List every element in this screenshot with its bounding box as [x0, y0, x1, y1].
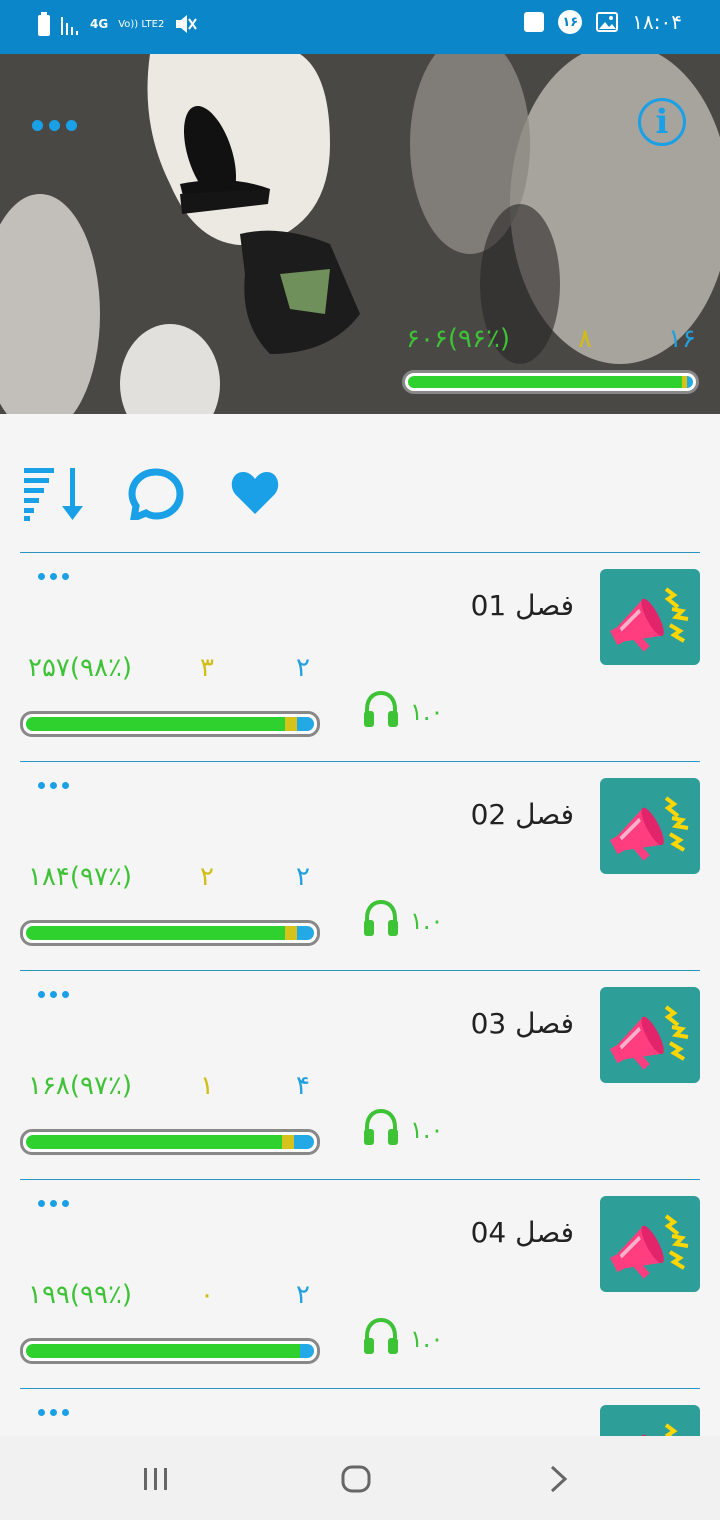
playback-speed[interactable]: ۱.۰	[360, 689, 443, 735]
chapter-more-button[interactable]	[38, 991, 69, 998]
chapter-stat-left: ۱۶۸(۹۷٪)	[28, 1071, 133, 1101]
chapter-thumbnail	[600, 1405, 700, 1436]
status-right: ۱۶ ۱۸:۰۴	[524, 10, 682, 34]
chapter-stat-right: ۴	[296, 1071, 310, 1101]
chapter-stat-mid: ۰	[200, 1280, 214, 1310]
chapter-stat-right: ۲	[296, 862, 310, 892]
progress-yellow	[285, 926, 297, 940]
info-icon[interactable]: i	[638, 98, 686, 146]
chapter-more-button[interactable]	[38, 1409, 69, 1416]
chapter-stat-right: ۲	[296, 1280, 310, 1310]
chapter-stat-right: ۲	[296, 653, 310, 683]
chapter-progress-bar	[20, 1338, 320, 1364]
progress-blue	[299, 1344, 314, 1358]
chapter-item[interactable]: فصل 01 ۲۵۷(۹۸٪) ۳ ۲ ۱.۰	[0, 553, 720, 762]
chapter-thumbnail	[600, 778, 700, 874]
speed-label: ۱.۰	[410, 1325, 444, 1353]
playback-speed[interactable]: ۱.۰	[360, 898, 443, 944]
progress-green	[408, 376, 682, 388]
checkbox-notification-icon	[524, 12, 545, 32]
chapter-progress-bar	[20, 920, 320, 946]
progress-blue	[293, 1135, 314, 1149]
back-icon[interactable]	[548, 1464, 570, 1494]
progress-blue	[296, 717, 314, 731]
headphones-icon	[360, 898, 402, 944]
progress-blue	[296, 926, 314, 940]
speed-label: ۱.۰	[410, 698, 444, 726]
chapter-stat-mid: ۳	[200, 653, 214, 683]
chapter-stat-left: ۱۸۴(۹۷٪)	[28, 862, 133, 892]
signal-icon	[61, 17, 78, 35]
chapter-item-partial[interactable]	[0, 1389, 720, 1436]
progress-green	[26, 1344, 300, 1358]
notification-count-badge: ۱۶	[558, 10, 583, 34]
header-progress-fill	[408, 376, 693, 388]
cover-artwork	[0, 54, 720, 414]
sort-icon[interactable]	[24, 466, 86, 522]
header-stat-middle: ۸	[578, 324, 592, 354]
progress-yellow	[285, 717, 297, 731]
image-icon	[596, 12, 619, 32]
chapter-item[interactable]: فصل 03 ۱۶۸(۹۷٪) ۱ ۴ ۱.۰	[0, 971, 720, 1180]
headphones-icon	[360, 689, 402, 735]
header-progress-bar	[402, 370, 699, 394]
chapter-stat-mid: ۲	[200, 862, 214, 892]
progress-blue	[687, 376, 693, 388]
chapter-progress-fill	[26, 1344, 314, 1358]
home-icon[interactable]	[340, 1464, 372, 1494]
network-label: 4G	[90, 17, 109, 31]
comment-icon[interactable]	[128, 468, 184, 520]
chapter-more-button[interactable]	[38, 1200, 69, 1207]
speed-label: ۱.۰	[410, 907, 444, 935]
playback-speed[interactable]: ۱.۰	[360, 1316, 443, 1362]
header-cover-image: i ۶۰۶(۹۶٪) ۸ ۱۶	[0, 54, 720, 414]
progress-yellow	[282, 1135, 294, 1149]
action-toolbar	[20, 466, 700, 526]
chapter-title: فصل 01	[470, 589, 574, 622]
chapter-thumbnail	[600, 987, 700, 1083]
progress-green	[26, 1135, 283, 1149]
speed-label: ۱.۰	[410, 1116, 444, 1144]
chapter-stat-left: ۱۹۹(۹۹٪)	[28, 1280, 133, 1310]
chapter-stat-mid: ۱	[200, 1071, 214, 1101]
chapter-item[interactable]: فصل 04 ۱۹۹(۹۹٪) ۰ ۲ ۱.۰	[0, 1180, 720, 1389]
chapter-more-button[interactable]	[38, 782, 69, 789]
navigation-bar	[0, 1436, 720, 1520]
header-stat-left: ۶۰۶(۹۶٪)	[406, 324, 511, 354]
chapter-progress-fill	[26, 1135, 314, 1149]
chapter-progress-bar	[20, 711, 320, 737]
chapter-progress-fill	[26, 717, 314, 731]
chapter-title: فصل 02	[470, 798, 574, 831]
battery-icon	[38, 12, 50, 36]
status-bar: 4G Vo)) LTE2 ۱۶ ۱۸:۰۴	[0, 0, 720, 54]
status-time: ۱۸:۰۴	[632, 10, 682, 34]
recent-apps-icon[interactable]	[142, 1466, 170, 1492]
playback-speed[interactable]: ۱.۰	[360, 1107, 443, 1153]
header-more-button[interactable]	[32, 120, 77, 131]
chapter-item[interactable]: فصل 02 ۱۸۴(۹۷٪) ۲ ۲ ۱.۰	[0, 762, 720, 971]
chapter-progress-bar	[20, 1129, 320, 1155]
heart-icon[interactable]	[230, 470, 280, 516]
header-stat-right: ۱۶	[668, 324, 696, 354]
progress-green	[26, 926, 286, 940]
chapter-stat-left: ۲۵۷(۹۸٪)	[28, 653, 133, 683]
chapter-title: فصل 03	[470, 1007, 574, 1040]
status-left: 4G Vo)) LTE2	[38, 12, 198, 36]
chapter-progress-fill	[26, 926, 314, 940]
chapter-thumbnail	[600, 569, 700, 665]
chapter-thumbnail	[600, 1196, 700, 1292]
headphones-icon	[360, 1316, 402, 1362]
lte-label: Vo)) LTE2	[118, 18, 165, 30]
mute-icon	[176, 15, 198, 33]
chapter-more-button[interactable]	[38, 573, 69, 580]
headphones-icon	[360, 1107, 402, 1153]
chapter-title: فصل 04	[470, 1216, 574, 1249]
progress-green	[26, 717, 286, 731]
